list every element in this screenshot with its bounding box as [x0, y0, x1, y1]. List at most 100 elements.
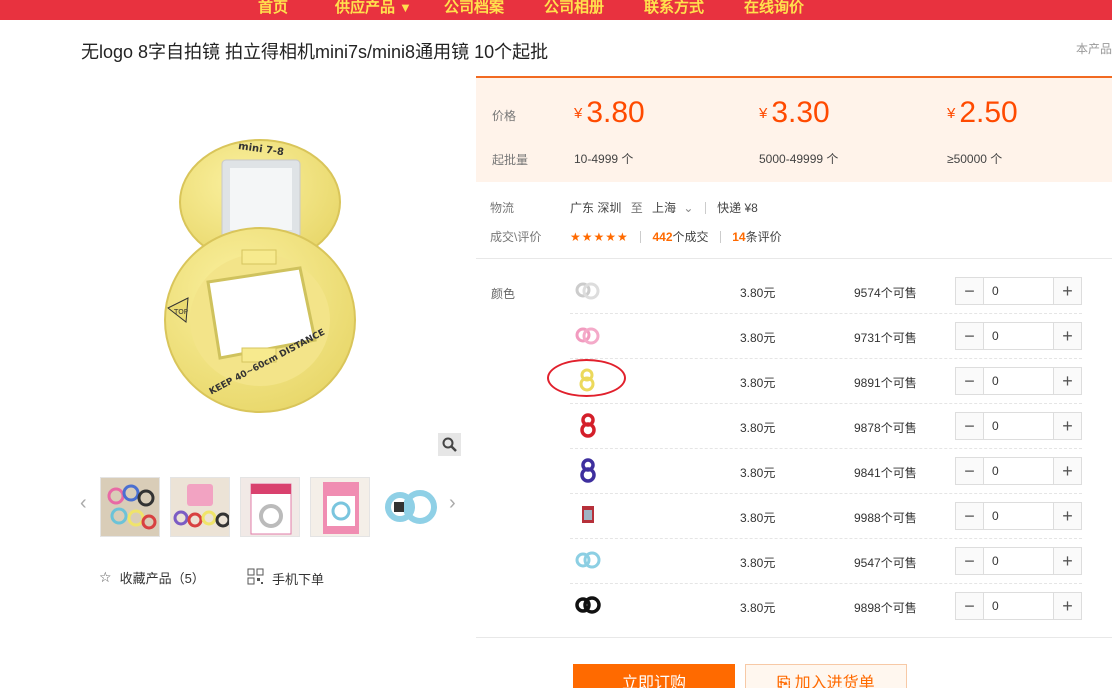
sku-stock: 9878个可售 — [854, 421, 917, 435]
logistics-route: 广东 深圳 至 上海 ⌄ 快递 ¥8 — [570, 199, 758, 216]
nav-inquiry[interactable]: 在线询价 — [744, 0, 804, 17]
mobile-order-label: 手机下单 — [272, 571, 325, 587]
quantity-stepper: −0 + — [955, 457, 1082, 485]
plus-button[interactable]: + — [1054, 503, 1081, 529]
star-icon: ☆ — [99, 569, 112, 585]
quantity-stepper: −0 + — [955, 367, 1082, 395]
price-tier-2: ¥3.30 — [759, 96, 830, 130]
plus-button[interactable]: + — [1054, 413, 1081, 439]
logistics-label: 物流 — [490, 201, 515, 215]
sku-row-purple: 3.80元 9841个可售 −0 + — [570, 449, 1082, 494]
plus-button[interactable]: + — [1054, 278, 1081, 304]
minus-button[interactable]: − — [956, 323, 983, 349]
minus-button[interactable]: − — [956, 548, 983, 574]
sku-stock: 9841个可售 — [854, 466, 917, 480]
thumbnail-2[interactable] — [170, 477, 230, 537]
plus-button[interactable]: + — [1054, 458, 1081, 484]
swatch-package[interactable] — [572, 502, 602, 528]
thumbnail-4[interactable] — [310, 477, 370, 537]
quantity-input[interactable]: 0 — [983, 503, 1054, 529]
minus-button[interactable]: − — [956, 368, 983, 394]
quantity-stepper: −0 + — [955, 277, 1082, 305]
nav-company-profile[interactable]: 公司档案 — [444, 0, 504, 17]
deals-suffix: 个成交 — [672, 230, 709, 244]
add-to-cart-button[interactable]: ⎘ 加入进货单 — [745, 664, 907, 688]
plus-button[interactable]: + — [1054, 368, 1081, 394]
price-label: 价格 — [492, 109, 517, 123]
sku-price: 3.80元 — [740, 511, 776, 525]
chevron-left-icon[interactable]: ‹ — [80, 492, 87, 515]
sku-row-pink: 3.80元 9731个可售 −0 + — [570, 314, 1082, 359]
top-nav: 首页 供应产品 ▼ 公司档案 公司相册 联系方式 在线询价 — [0, 0, 1112, 20]
nav-home[interactable]: 首页 — [258, 0, 288, 17]
rating-stars: ★★★★★ — [570, 230, 629, 244]
deals-link[interactable]: 442个成交 — [652, 230, 708, 244]
thumbnail-1[interactable] — [100, 477, 160, 537]
plus-button[interactable]: + — [1054, 593, 1081, 619]
corner-link[interactable]: 本产品 — [1076, 40, 1112, 57]
nav-company-album[interactable]: 公司相册 — [544, 0, 604, 17]
logistics-to: 上海 — [652, 201, 677, 215]
main-product-image[interactable]: mini 7-8 KEEP 40~60cm DISTANCE TOP — [150, 130, 370, 420]
quantity-input[interactable]: 0 — [983, 458, 1054, 484]
nav-products[interactable]: 供应产品 ▼ — [335, 0, 412, 17]
chevron-down-icon: ▼ — [399, 0, 412, 15]
minus-button[interactable]: − — [956, 503, 983, 529]
currency-symbol: ¥ — [574, 105, 583, 122]
clipboard-icon: ⎘ — [777, 675, 791, 688]
logistics-row: 物流 广东 深圳 至 上海 ⌄ 快递 ¥8 — [490, 199, 758, 216]
divider — [704, 202, 706, 214]
reviews-row: 成交\评价 ★★★★★ 442个成交 14条评价 — [490, 228, 782, 245]
reviews-suffix: 条评价 — [745, 230, 782, 244]
qr-code-icon — [247, 568, 264, 588]
quantity-stepper: −0 + — [955, 547, 1082, 575]
plus-button[interactable]: + — [1054, 323, 1081, 349]
swatch-black[interactable] — [572, 592, 602, 618]
currency-symbol: ¥ — [759, 105, 768, 122]
sku-stock: 9898个可售 — [854, 601, 917, 615]
quantity-input[interactable]: 0 — [983, 593, 1054, 619]
divider — [476, 258, 1112, 259]
sku-price: 3.80元 — [740, 466, 776, 480]
chevron-right-icon[interactable]: › — [449, 492, 456, 515]
quantity-input[interactable]: 0 — [983, 368, 1054, 394]
sku-price: 3.80元 — [740, 376, 776, 390]
swatch-purple[interactable] — [572, 457, 602, 483]
swatch-white[interactable] — [572, 277, 602, 303]
price-tier-1: ¥3.80 — [574, 96, 645, 130]
color-label: 颜色 — [491, 287, 516, 301]
minus-button[interactable]: − — [956, 458, 983, 484]
nav-contact[interactable]: 联系方式 — [644, 0, 704, 17]
mobile-order-button[interactable]: 手机下单 — [247, 568, 324, 588]
sku-stock: 9891个可售 — [854, 376, 917, 390]
quantity-input[interactable]: 0 — [983, 278, 1054, 304]
quantity-input[interactable]: 0 — [983, 323, 1054, 349]
sku-row-package: 3.80元 9988个可售 −0 + — [570, 494, 1082, 539]
quantity-input[interactable]: 0 — [983, 413, 1054, 439]
favorite-button[interactable]: ☆ 收藏产品（5） — [99, 568, 205, 587]
sku-stock: 9731个可售 — [854, 331, 917, 345]
plus-button[interactable]: + — [1054, 548, 1081, 574]
thumbnail-5[interactable] — [380, 477, 440, 537]
swatch-pink[interactable] — [572, 322, 602, 348]
add-to-cart-label: 加入进货单 — [794, 675, 875, 688]
logistics-destination-select[interactable]: 上海 ⌄ — [652, 201, 693, 215]
thumbnail-3[interactable] — [240, 477, 300, 537]
buy-now-button[interactable]: 立即订购 — [573, 664, 735, 688]
minus-button[interactable]: − — [956, 278, 983, 304]
divider — [476, 637, 1112, 638]
minus-button[interactable]: − — [956, 593, 983, 619]
reviews-link[interactable]: 14条评价 — [732, 230, 781, 244]
price-tier-1-value: 3.80 — [586, 96, 645, 129]
minus-button[interactable]: − — [956, 413, 983, 439]
quantity-stepper: −0 + — [955, 412, 1082, 440]
sku-row-white: 3.80元 9574个可售 −0 + — [570, 269, 1082, 314]
lens-badge-text: TOP — [173, 308, 188, 316]
reviews-summary: ★★★★★ 442个成交 14条评价 — [570, 228, 782, 245]
swatch-red[interactable] — [572, 412, 602, 438]
swatch-blue[interactable] — [572, 547, 602, 573]
sku-stock: 9988个可售 — [854, 511, 917, 525]
search-icon[interactable] — [438, 433, 461, 456]
quantity-input[interactable]: 0 — [983, 548, 1054, 574]
logistics-to-word: 至 — [630, 201, 643, 215]
